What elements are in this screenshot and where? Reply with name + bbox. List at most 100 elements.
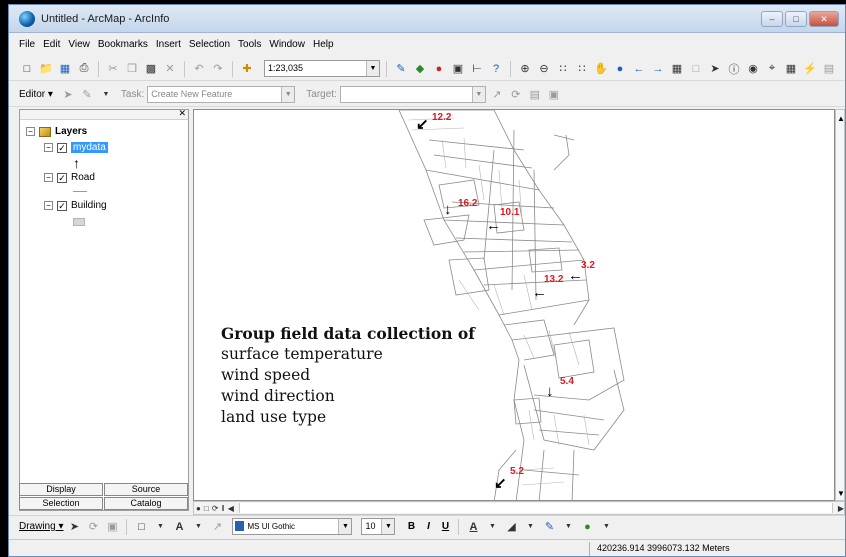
modelbuilder-icon[interactable]: ⊢ <box>469 61 485 77</box>
menu-window[interactable]: Window <box>269 39 305 50</box>
font-color-icon[interactable]: A <box>465 519 481 535</box>
open-folder-icon[interactable]: 📁 <box>38 61 54 77</box>
collapse-icon[interactable]: − <box>44 201 53 210</box>
chevron-down-icon[interactable]: ▼ <box>484 519 500 535</box>
attributes-icon[interactable]: ▤ <box>527 87 543 103</box>
layer-row-building[interactable]: − ✓ Building <box>44 200 107 211</box>
cut-icon[interactable]: ✂ <box>105 61 121 77</box>
refresh-icon[interactable]: ⟳ <box>212 504 219 513</box>
font-name-combo[interactable]: MS UI Gothic ▼ <box>232 518 353 535</box>
layers-root-row[interactable]: − Layers <box>26 126 87 137</box>
chevron-down-icon[interactable]: ▼ <box>152 519 168 535</box>
forward-extent-icon[interactable]: → <box>650 61 666 77</box>
html-popup-icon[interactable]: ▤ <box>821 61 837 77</box>
marker-color-icon[interactable]: ● <box>579 519 595 535</box>
chevron-down-icon[interactable]: ▼ <box>366 61 379 76</box>
redo-icon[interactable]: ↷ <box>210 61 226 77</box>
pause-drawing-icon[interactable]: ‖ <box>221 504 224 513</box>
select-elements-icon[interactable]: ➤ <box>66 519 82 535</box>
select-elements-icon[interactable]: ➤ <box>707 61 723 77</box>
target-combo[interactable]: ▼ <box>339 86 486 103</box>
arctoolbox-icon[interactable]: ◆ <box>412 61 428 77</box>
chevron-down-icon[interactable]: ▼ <box>338 519 352 534</box>
clear-selection-icon[interactable]: □ <box>688 61 704 77</box>
whats-this-icon[interactable]: ? <box>488 61 504 77</box>
sketch-dropdown-icon[interactable]: ▼ <box>98 87 114 103</box>
new-document-icon[interactable]: □ <box>19 61 35 77</box>
rotate-tool-icon[interactable]: ⟳ <box>508 87 524 103</box>
zoom-in-icon[interactable]: ⊕ <box>517 61 533 77</box>
back-extent-icon[interactable]: ← <box>631 61 647 77</box>
measure-icon[interactable]: ▦ <box>783 61 799 77</box>
map-display[interactable]: 12.2 ↙ 16.2 ↓ 10.1 ← 3.2 ← 13.2 ← 5.4 ↓ … <box>193 109 835 501</box>
find-icon[interactable]: ◉ <box>745 61 761 77</box>
rectangle-tool-icon[interactable]: □ <box>133 519 149 535</box>
chevron-down-icon[interactable]: ▼ <box>522 519 538 535</box>
layer-visibility-checkbox[interactable]: ✓ <box>57 200 67 211</box>
identify-icon[interactable]: ⓘ <box>726 61 742 77</box>
minimize-button[interactable]: – <box>761 11 783 27</box>
new-text-icon[interactable]: A <box>171 519 187 535</box>
tab-catalog[interactable]: Catalog <box>104 497 188 510</box>
go-to-xy-icon[interactable]: ⌖ <box>764 61 780 77</box>
collapse-icon[interactable]: − <box>44 173 53 182</box>
menu-edit[interactable]: Edit <box>43 39 60 50</box>
zoom-whole-page-icon[interactable]: ▣ <box>104 519 120 535</box>
maximize-button[interactable]: □ <box>785 11 807 27</box>
collapse-icon[interactable]: − <box>26 127 35 136</box>
fill-color-icon[interactable]: ◢ <box>503 519 519 535</box>
tab-display[interactable]: Display <box>19 483 103 496</box>
scroll-left-icon[interactable]: ◀ <box>228 504 234 513</box>
print-icon[interactable]: ⎙ <box>76 61 92 77</box>
task-combo[interactable]: Create New Feature ▼ <box>147 86 296 103</box>
chevron-down-icon[interactable]: ▼ <box>190 519 206 535</box>
line-color-icon[interactable]: ✎ <box>541 519 557 535</box>
command-line-icon[interactable]: ▣ <box>450 61 466 77</box>
sketch-properties-icon[interactable]: ▣ <box>546 87 562 103</box>
chevron-down-icon[interactable]: ▼ <box>471 87 485 102</box>
bold-button[interactable]: B <box>404 521 418 532</box>
menu-view[interactable]: View <box>68 39 90 50</box>
hyperlink-icon[interactable]: ⚡ <box>802 61 818 77</box>
fixed-zoom-out-icon[interactable]: ∷ <box>574 61 590 77</box>
map-vertical-scrollbar[interactable]: ▲ ▼ <box>835 109 845 501</box>
add-data-icon[interactable]: ✚ <box>239 61 255 77</box>
save-icon[interactable]: ▦ <box>57 61 73 77</box>
drawing-menu-button[interactable]: Drawing ▾ <box>19 521 63 532</box>
italic-button[interactable]: I <box>421 521 435 532</box>
toc-title-bar[interactable]: ✕ <box>20 108 188 120</box>
layer-visibility-checkbox[interactable]: ✓ <box>57 172 67 183</box>
close-button[interactable]: ✕ <box>809 11 839 27</box>
layer-row-mydata[interactable]: − ✓ mydata <box>44 142 108 153</box>
menu-bookmarks[interactable]: Bookmarks <box>98 39 148 50</box>
delete-icon[interactable]: ✕ <box>162 61 178 77</box>
full-extent-icon[interactable]: ● <box>612 61 628 77</box>
chevron-down-icon[interactable]: ▼ <box>598 519 614 535</box>
fixed-zoom-in-icon[interactable]: ∷ <box>555 61 571 77</box>
tab-selection[interactable]: Selection <box>19 497 103 510</box>
pan-icon[interactable]: ✋ <box>593 61 609 77</box>
split-tool-icon[interactable]: ↗ <box>489 87 505 103</box>
map-scale-combo[interactable]: 1:23,035 ▼ <box>264 60 380 77</box>
horizontal-scroll-track[interactable] <box>238 503 833 513</box>
undo-icon[interactable]: ↶ <box>191 61 207 77</box>
close-icon[interactable]: ✕ <box>178 108 186 119</box>
menu-tools[interactable]: Tools <box>238 39 261 50</box>
toolbox-icon[interactable]: ● <box>431 61 447 77</box>
scroll-up-icon[interactable]: ▲ <box>837 114 845 123</box>
menu-help[interactable]: Help <box>313 39 334 50</box>
menu-insert[interactable]: Insert <box>156 39 181 50</box>
scroll-down-icon[interactable]: ▼ <box>837 489 845 498</box>
edit-vertices-icon[interactable]: ↗ <box>209 519 225 535</box>
chevron-down-icon[interactable]: ▼ <box>381 519 395 534</box>
sketch-tool-icon[interactable]: ✎ <box>79 87 95 103</box>
scroll-right-icon[interactable]: ▶ <box>838 504 844 513</box>
layout-view-icon[interactable]: □ <box>204 504 209 513</box>
font-size-combo[interactable]: 10 ▼ <box>361 518 396 535</box>
paste-icon[interactable]: ▩ <box>143 61 159 77</box>
layer-visibility-checkbox[interactable]: ✓ <box>57 142 67 153</box>
editor-toolbar-icon[interactable]: ✎ <box>393 61 409 77</box>
menu-file[interactable]: File <box>19 39 35 50</box>
data-view-icon[interactable]: ● <box>196 504 201 513</box>
collapse-icon[interactable]: − <box>44 143 53 152</box>
